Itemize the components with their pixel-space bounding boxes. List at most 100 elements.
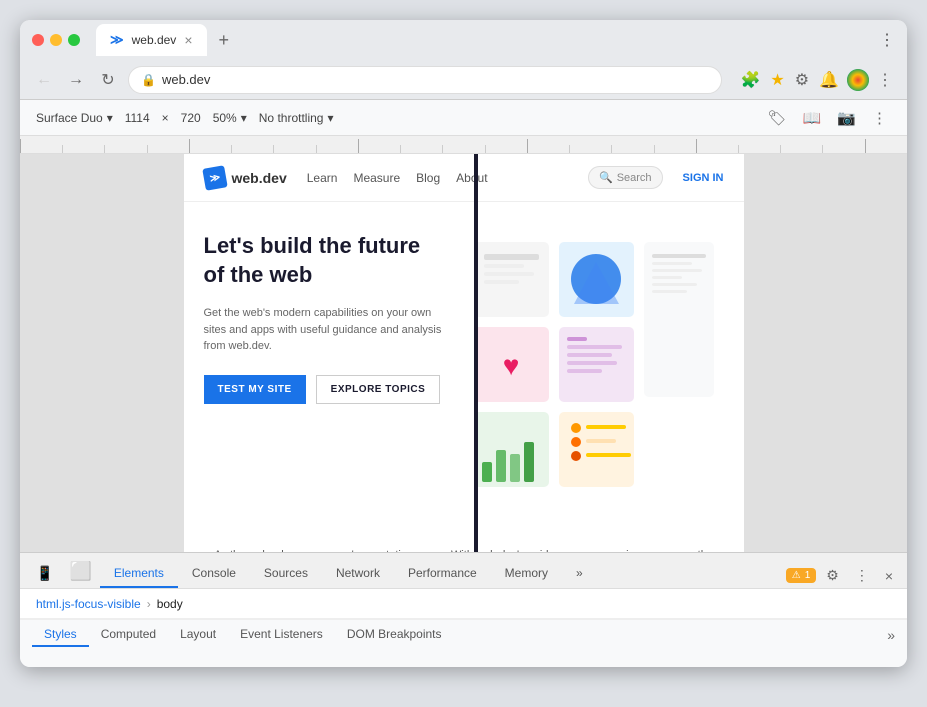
tab-close-icon[interactable]: × [184, 32, 192, 48]
breadcrumb-body[interactable]: body [153, 597, 187, 611]
styles-panel-tabs: Styles Computed Layout Event Listeners D… [20, 619, 907, 649]
ruler-mark [611, 145, 653, 153]
devtools-panel: 📱 ⬜ Elements Console Sources Network Per… [20, 552, 907, 667]
svg-text:♥: ♥ [502, 350, 519, 381]
styles-tab-more[interactable]: » [887, 627, 895, 643]
tab-performance[interactable]: Performance [394, 560, 491, 588]
forward-button[interactable]: → [64, 71, 88, 89]
ruler-mark [696, 139, 738, 153]
dimension-width: 1114 [125, 111, 150, 125]
breadcrumb-bar: html.js-focus-visible › body [20, 589, 907, 619]
browser-window: ≫ web.dev × + ⋮ ← → ↻ 🔒 web.dev 🧩 ★ ⚙ 🔔 [20, 20, 907, 667]
book-icon-button[interactable]: 📖 [799, 107, 826, 129]
ruler-mark [400, 145, 442, 153]
nav-learn[interactable]: Learn [307, 171, 338, 185]
device-toolbar-menu-button[interactable]: ⋮ [868, 107, 891, 129]
warning-badge[interactable]: ⚠ 1 [786, 568, 817, 583]
logo-mark: ≫ [202, 165, 227, 190]
hero-left: Let's build the future of the web Get th… [204, 232, 464, 497]
device-toolbar: Surface Duo ▾ 1114 × 720 50% ▾ No thrott… [20, 100, 907, 136]
ruler-mark [20, 139, 62, 153]
dimension-height: 720 [181, 111, 201, 125]
search-icon: 🔍 [599, 171, 613, 184]
tab-title: web.dev [132, 33, 177, 47]
hero-illustration: ♥ [464, 232, 724, 497]
devtools-elements-icon[interactable]: ⬜ [61, 555, 99, 588]
hero-svg: ♥ [464, 232, 724, 492]
zoom-level: 50% [213, 111, 237, 125]
devtools-right-buttons: ⚠ 1 ⚙ ⋮ × [786, 563, 899, 588]
extensions-button[interactable]: 🧩 [738, 68, 762, 92]
ruler-mark [316, 145, 358, 153]
webdev-search[interactable]: 🔍 Search [588, 166, 663, 189]
warning-count: 1 [805, 570, 811, 581]
back-button[interactable]: ← [32, 71, 56, 89]
ruler-mark [865, 139, 907, 153]
devtools-more-button[interactable]: ⋮ [849, 563, 875, 588]
title-bar: ≫ web.dev × + ⋮ [20, 20, 907, 60]
ruler-mark [738, 145, 780, 153]
logo-text: web.dev [232, 170, 287, 186]
minimize-button[interactable] [50, 34, 62, 46]
browser-toolbar-icons: 🧩 ★ ⚙ 🔔 ⋮ [738, 68, 895, 92]
tab-sources[interactable]: Sources [250, 560, 322, 588]
ruler-mark [485, 145, 527, 153]
search-placeholder: Search [617, 172, 652, 184]
styles-tab-dom-breakpoints[interactable]: DOM Breakpoints [335, 623, 454, 647]
ruler-mark [780, 145, 822, 153]
screenshot-icon-button[interactable]: 📷 [833, 107, 860, 129]
ruler-mark [231, 145, 273, 153]
tag-icon-button[interactable]: 🏷 [764, 107, 791, 129]
devtools-close-button[interactable]: × [879, 564, 899, 588]
maximize-button[interactable] [68, 34, 80, 46]
tab-elements[interactable]: Elements [100, 560, 178, 588]
close-button[interactable] [32, 34, 44, 46]
new-tab-button[interactable]: + [211, 26, 238, 55]
signin-button[interactable]: SIGN IN [683, 172, 724, 184]
nav-about[interactable]: About [456, 171, 487, 185]
chrome-menu-button[interactable]: ⋮ [879, 30, 895, 50]
ruler-mark [147, 145, 189, 153]
throttle-label: No throttling [259, 111, 324, 125]
device-name: Surface Duo [36, 111, 103, 125]
bell-button[interactable]: 🔔 [817, 68, 841, 92]
explore-topics-button[interactable]: EXPLORE TOPICS [316, 375, 441, 404]
chrome-options-button[interactable]: ⋮ [875, 68, 895, 92]
throttle-selector[interactable]: No throttling ▾ [259, 111, 334, 125]
tab-more[interactable]: » [562, 560, 597, 588]
ruler-mark [358, 139, 400, 153]
url-text: web.dev [162, 72, 710, 87]
dimension-x: × [162, 111, 169, 125]
tab-console[interactable]: Console [178, 560, 250, 588]
styles-tab-styles[interactable]: Styles [32, 623, 89, 647]
devtools-tab-bar: 📱 ⬜ Elements Console Sources Network Per… [20, 553, 907, 589]
webdev-logo: ≫ web.dev [204, 167, 287, 189]
zoom-selector[interactable]: 50% ▾ [213, 111, 247, 125]
preview-divider [474, 154, 478, 552]
throttle-dropdown-icon: ▾ [327, 111, 333, 125]
device-selector[interactable]: Surface Duo ▾ [36, 111, 113, 125]
nav-blog[interactable]: Blog [416, 171, 440, 185]
refresh-button[interactable]: ↻ [96, 70, 120, 90]
hero-title: Let's build the future of the web [204, 232, 444, 289]
url-bar[interactable]: 🔒 web.dev [128, 66, 722, 94]
tab-network[interactable]: Network [322, 560, 394, 588]
test-my-site-button[interactable]: TEST MY SITE [204, 375, 306, 404]
devtools-responsive-icon[interactable]: 📱 [28, 559, 61, 588]
styles-tab-layout[interactable]: Layout [168, 623, 228, 647]
devtools-settings-button[interactable]: ⚙ [820, 563, 845, 588]
active-tab[interactable]: ≫ web.dev × [96, 24, 207, 56]
hero-section: Let's build the future of the web Get th… [184, 202, 744, 527]
ruler-mark [527, 139, 569, 153]
styles-tab-event-listeners[interactable]: Event Listeners [228, 623, 335, 647]
lock-icon: 🔒 [141, 73, 156, 87]
ruler-mark [654, 145, 696, 153]
tab-memory[interactable]: Memory [491, 560, 562, 588]
settings-button[interactable]: ⚙ [793, 68, 811, 92]
avatar[interactable] [847, 69, 869, 91]
bookmark-button[interactable]: ★ [768, 68, 786, 92]
styles-tab-computed[interactable]: Computed [89, 623, 168, 647]
ruler-mark [822, 145, 864, 153]
nav-measure[interactable]: Measure [353, 171, 400, 185]
breadcrumb-html[interactable]: html.js-focus-visible [32, 597, 145, 611]
